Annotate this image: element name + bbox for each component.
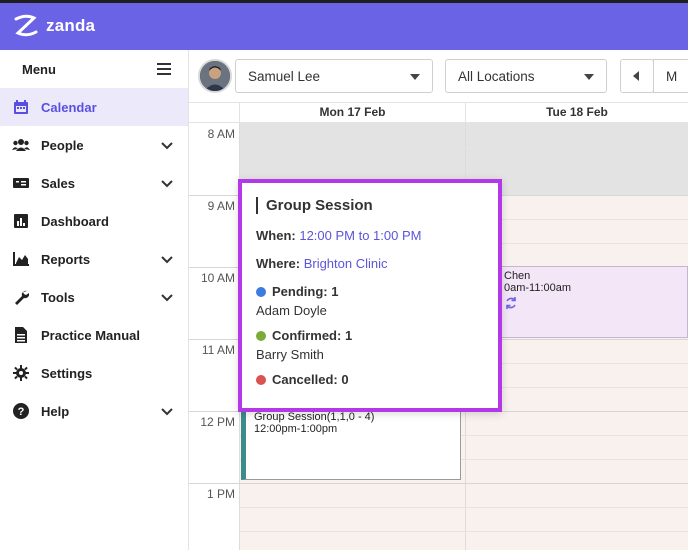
time-label-12pm: 12 PM: [200, 415, 235, 429]
appointment-title: Chen: [504, 270, 531, 282]
appointment-group-session[interactable]: Group Session(1,1,0 - 4) 12:00pm-1:00pm: [241, 408, 461, 480]
appointment-time: 0am-11:00am: [504, 282, 572, 294]
time-label-11am: 11 AM: [201, 343, 235, 357]
practitioner-select-value: Samuel Lee: [248, 68, 321, 84]
hamburger-icon[interactable]: [156, 62, 172, 76]
view-select[interactable]: M: [653, 59, 688, 93]
appointment-chen[interactable]: Chen 0am-11:00am: [489, 266, 688, 338]
menu-header: Menu: [0, 50, 188, 88]
popup-confirmed: Confirmed: 1: [256, 328, 484, 343]
gear-icon: [12, 364, 30, 382]
popup-where-label: Where:: [256, 256, 301, 271]
popup-pending: Pending: 1: [256, 284, 484, 299]
brand-logo[interactable]: zanda: [12, 13, 95, 39]
caret-down-icon: [584, 74, 594, 80]
cancelled-label: Cancelled: 0: [272, 372, 349, 387]
popup-cancelled: Cancelled: 0: [256, 372, 484, 387]
dashboard-icon: [12, 212, 30, 230]
avatar[interactable]: [198, 59, 232, 93]
chevron-down-icon: [161, 408, 173, 416]
cancelled-dot-icon: [256, 374, 266, 385]
prev-button[interactable]: [620, 59, 654, 93]
pending-dot-icon: [256, 286, 266, 297]
sidebar-item-label: Settings: [41, 365, 93, 381]
svg-text:?: ?: [18, 406, 25, 418]
recurring-icon: [506, 297, 516, 309]
sidebar-item-label: Calendar: [41, 99, 97, 115]
popup-when-label: When:: [256, 228, 296, 243]
pending-person[interactable]: Adam Doyle: [256, 303, 484, 318]
chevron-down-icon: [161, 294, 173, 302]
top-bar: zanda: [0, 0, 688, 50]
sidebar-item-help[interactable]: ? Help: [0, 392, 188, 430]
caret-left-icon: [633, 71, 639, 81]
sidebar-item-label: People: [41, 137, 84, 153]
location-select-value: All Locations: [458, 68, 535, 84]
practitioner-select[interactable]: Samuel Lee: [235, 59, 433, 93]
sidebar: Menu Calendar People Sales Dashboard Rep…: [0, 50, 189, 550]
view-select-value: M: [666, 68, 678, 84]
sidebar-item-calendar[interactable]: Calendar: [0, 88, 188, 126]
document-icon: [12, 326, 30, 344]
location-select[interactable]: All Locations: [445, 59, 607, 93]
pending-label: Pending: 1: [272, 284, 339, 299]
chevron-down-icon: [161, 256, 173, 264]
appointment-title: Group Session(1,1,0 - 4): [254, 411, 375, 423]
confirmed-dot-icon: [256, 330, 266, 341]
brand-name: zanda: [46, 16, 96, 35]
sidebar-item-people[interactable]: People: [0, 126, 188, 164]
chevron-down-icon: [161, 180, 173, 188]
confirmed-label: Confirmed: 1: [272, 328, 353, 343]
appointment-time: 12:00pm-1:00pm: [254, 423, 338, 435]
time-label-9am: 9 AM: [207, 199, 235, 213]
sidebar-item-label: Help: [41, 403, 70, 419]
day-header-mon[interactable]: Mon 17 Feb: [240, 105, 465, 119]
sidebar-item-label: Tools: [41, 289, 75, 305]
sidebar-item-label: Sales: [41, 175, 75, 191]
sidebar-item-sales[interactable]: Sales: [0, 164, 188, 202]
time-label-1pm: 1 PM: [206, 487, 235, 501]
confirmed-person[interactable]: Barry Smith: [256, 347, 484, 362]
calendar-toolbar: Samuel Lee All Locations M: [189, 50, 688, 102]
time-label-8am: 8 AM: [207, 127, 235, 141]
caret-down-icon: [410, 74, 420, 80]
appointment-popup: Group Session When: 12:00 PM to 1:00 PM …: [238, 179, 502, 412]
sidebar-item-tools[interactable]: Tools: [0, 278, 188, 316]
help-icon: ?: [12, 402, 30, 420]
day-header-tue[interactable]: Tue 18 Feb: [466, 105, 688, 119]
calendar-day-headers: Mon 17 Feb Tue 18 Feb: [189, 102, 688, 124]
reports-icon: [12, 250, 30, 268]
sidebar-item-settings[interactable]: Settings: [0, 354, 188, 392]
sidebar-item-label: Reports: [41, 251, 91, 267]
sidebar-item-reports[interactable]: Reports: [0, 240, 188, 278]
popup-where-value[interactable]: Brighton Clinic: [304, 256, 388, 271]
zanda-logo-icon: [14, 14, 38, 37]
popup-when-value: 12:00 PM to 1:00 PM: [299, 228, 422, 243]
sidebar-item-dashboard[interactable]: Dashboard: [0, 202, 188, 240]
wrench-icon: [12, 288, 30, 306]
sidebar-item-label: Dashboard: [41, 213, 109, 229]
sidebar-item-label: Practice Manual: [41, 327, 140, 343]
popup-where: Where: Brighton Clinic: [256, 256, 484, 271]
people-icon: [12, 136, 30, 154]
chevron-down-icon: [161, 142, 173, 150]
popup-when: When: 12:00 PM to 1:00 PM: [256, 228, 484, 243]
menu-label: Menu: [22, 61, 56, 77]
calendar-icon: [12, 98, 30, 116]
popup-title: Group Session: [256, 197, 484, 214]
sales-icon: [12, 174, 30, 192]
sidebar-item-practice-manual[interactable]: Practice Manual: [0, 316, 188, 354]
time-label-10am: 10 AM: [200, 271, 235, 285]
